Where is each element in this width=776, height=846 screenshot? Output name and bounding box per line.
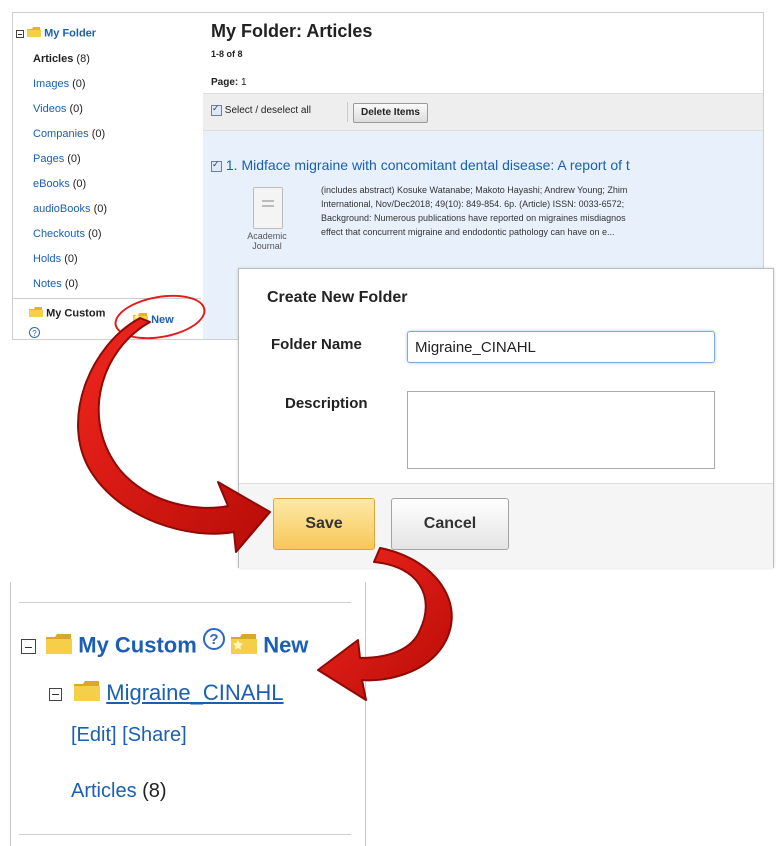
sidebar-item-count: (0) [91, 128, 106, 140]
folder-icon [74, 681, 101, 707]
sidebar-item-pages[interactable]: Pages (0) [33, 153, 81, 165]
document-type-label: Academic Journal [247, 231, 287, 251]
result-checkbox[interactable] [211, 159, 222, 172]
sidebar-item-audiobooks[interactable]: audioBooks (0) [33, 203, 107, 215]
sidebar-item-label[interactable]: audioBooks [33, 203, 91, 215]
folder-icon [46, 633, 73, 660]
subfolder-row[interactable]: Migraine_CINAHL [49, 680, 284, 707]
cancel-button[interactable]: Cancel [391, 498, 509, 550]
result-abstract: (includes abstract) Kosuke Watanabe; Mak… [321, 185, 628, 237]
sidebar-item-label[interactable]: Notes [33, 278, 62, 290]
divider [19, 602, 351, 603]
folder-articles-item[interactable]: Articles (8) [71, 780, 167, 803]
result-count: 1-8 of 8 [211, 49, 243, 59]
collapse-icon[interactable] [21, 639, 36, 655]
save-button[interactable]: Save [273, 498, 375, 550]
sidebar-item-label[interactable]: Images [33, 78, 69, 90]
folder-icon [29, 307, 43, 320]
custom-folder-label[interactable]: My Custom [78, 632, 197, 657]
sidebar-item-images[interactable]: Images (0) [33, 78, 86, 90]
sidebar-root-row[interactable]: My Folder [16, 27, 96, 40]
sidebar-item-videos[interactable]: Videos (0) [33, 103, 83, 115]
help-icon[interactable]: ? [29, 327, 40, 338]
folder-icon [27, 27, 42, 40]
new-folder-icon[interactable] [231, 633, 258, 660]
results-toolbar: Select / deselect all Delete Items [203, 93, 763, 131]
sidebar-item-count: (0) [64, 253, 78, 265]
sidebar-item-label[interactable]: Videos [33, 103, 66, 115]
sidebar-item-count: (0) [69, 103, 83, 115]
create-folder-dialog: Create New Folder Folder Name Descriptio… [238, 268, 774, 568]
share-link[interactable]: [Share] [122, 724, 186, 746]
collapse-icon[interactable] [49, 687, 62, 701]
sidebar-custom-label[interactable]: My Custom [46, 307, 105, 319]
sidebar-item-holds[interactable]: Holds (0) [33, 253, 78, 265]
document-icon [253, 187, 283, 229]
sidebar-item-count: (0) [64, 278, 79, 290]
sidebar-item-count: (0) [72, 78, 86, 90]
sidebar-item-label[interactable]: eBooks [33, 178, 70, 190]
articles-link[interactable]: Articles [71, 780, 137, 802]
description-input[interactable] [407, 391, 715, 469]
edit-link[interactable]: [Edit] [71, 724, 117, 746]
delete-items-button[interactable]: Delete Items [353, 103, 428, 123]
pagination: Page: 1 [211, 77, 247, 88]
sidebar-custom-row[interactable]: My Custom [29, 307, 105, 320]
dialog-footer: Save Cancel [239, 483, 773, 568]
select-all-label[interactable]: Select / deselect all [225, 105, 311, 116]
page-number[interactable]: 1 [241, 77, 247, 88]
toolbar-divider [347, 102, 348, 122]
result-title[interactable]: 1. Midface migraine with concomitant den… [226, 157, 630, 173]
help-icon[interactable]: ? [202, 628, 225, 650]
page-title: My Folder: Articles [211, 21, 373, 41]
sidebar-item-articles[interactable]: Articles (8) [33, 53, 90, 65]
sidebar-item-checkouts[interactable]: Checkouts (0) [33, 228, 102, 240]
sidebar-item-count: (0) [88, 228, 102, 240]
sidebar-item-count: (0) [72, 178, 87, 190]
divider [19, 834, 351, 835]
select-all[interactable]: Select / deselect all [211, 103, 311, 116]
description-label: Description [285, 395, 368, 412]
page-label: Page: [211, 77, 239, 88]
sidebar-item-count: (8) [76, 53, 90, 65]
custom-folder-result-panel: My Custom ? New Migraine_CINAHL [Edit] [… [10, 582, 366, 846]
articles-count: (8) [142, 780, 167, 802]
sidebar-item-companies[interactable]: Companies (0) [33, 128, 105, 140]
sidebar-item-label[interactable]: Checkouts [33, 228, 85, 240]
sidebar-item-label[interactable]: Holds [33, 253, 61, 265]
sidebar-item-label[interactable]: Companies [33, 128, 89, 140]
subfolder-link[interactable]: Migraine_CINAHL [106, 680, 283, 705]
new-folder-label[interactable]: New [263, 632, 308, 657]
sidebar-item-label: Articles [33, 53, 74, 65]
sidebar-item-notes[interactable]: Notes (0) [33, 278, 78, 290]
sidebar-root-label[interactable]: My Folder [44, 27, 96, 39]
sidebar-item-count: (0) [93, 203, 108, 215]
collapse-icon[interactable] [16, 29, 24, 38]
dialog-title: Create New Folder [267, 289, 408, 306]
sidebar-item-count: (0) [67, 153, 81, 165]
folder-actions: [Edit] [Share] [71, 724, 187, 747]
folder-sidebar: My Folder Articles (8) Images (0) Videos… [13, 13, 201, 339]
folder-name-input[interactable] [407, 331, 715, 363]
custom-folder-row[interactable]: My Custom ? New [21, 628, 308, 660]
sidebar-item-label[interactable]: Pages [33, 153, 64, 165]
select-all-checkbox[interactable] [211, 103, 222, 116]
result-item-title-row[interactable]: 1. Midface migraine with concomitant den… [211, 157, 630, 173]
sidebar-item-ebooks[interactable]: eBooks (0) [33, 178, 86, 190]
folder-name-label: Folder Name [271, 336, 362, 353]
